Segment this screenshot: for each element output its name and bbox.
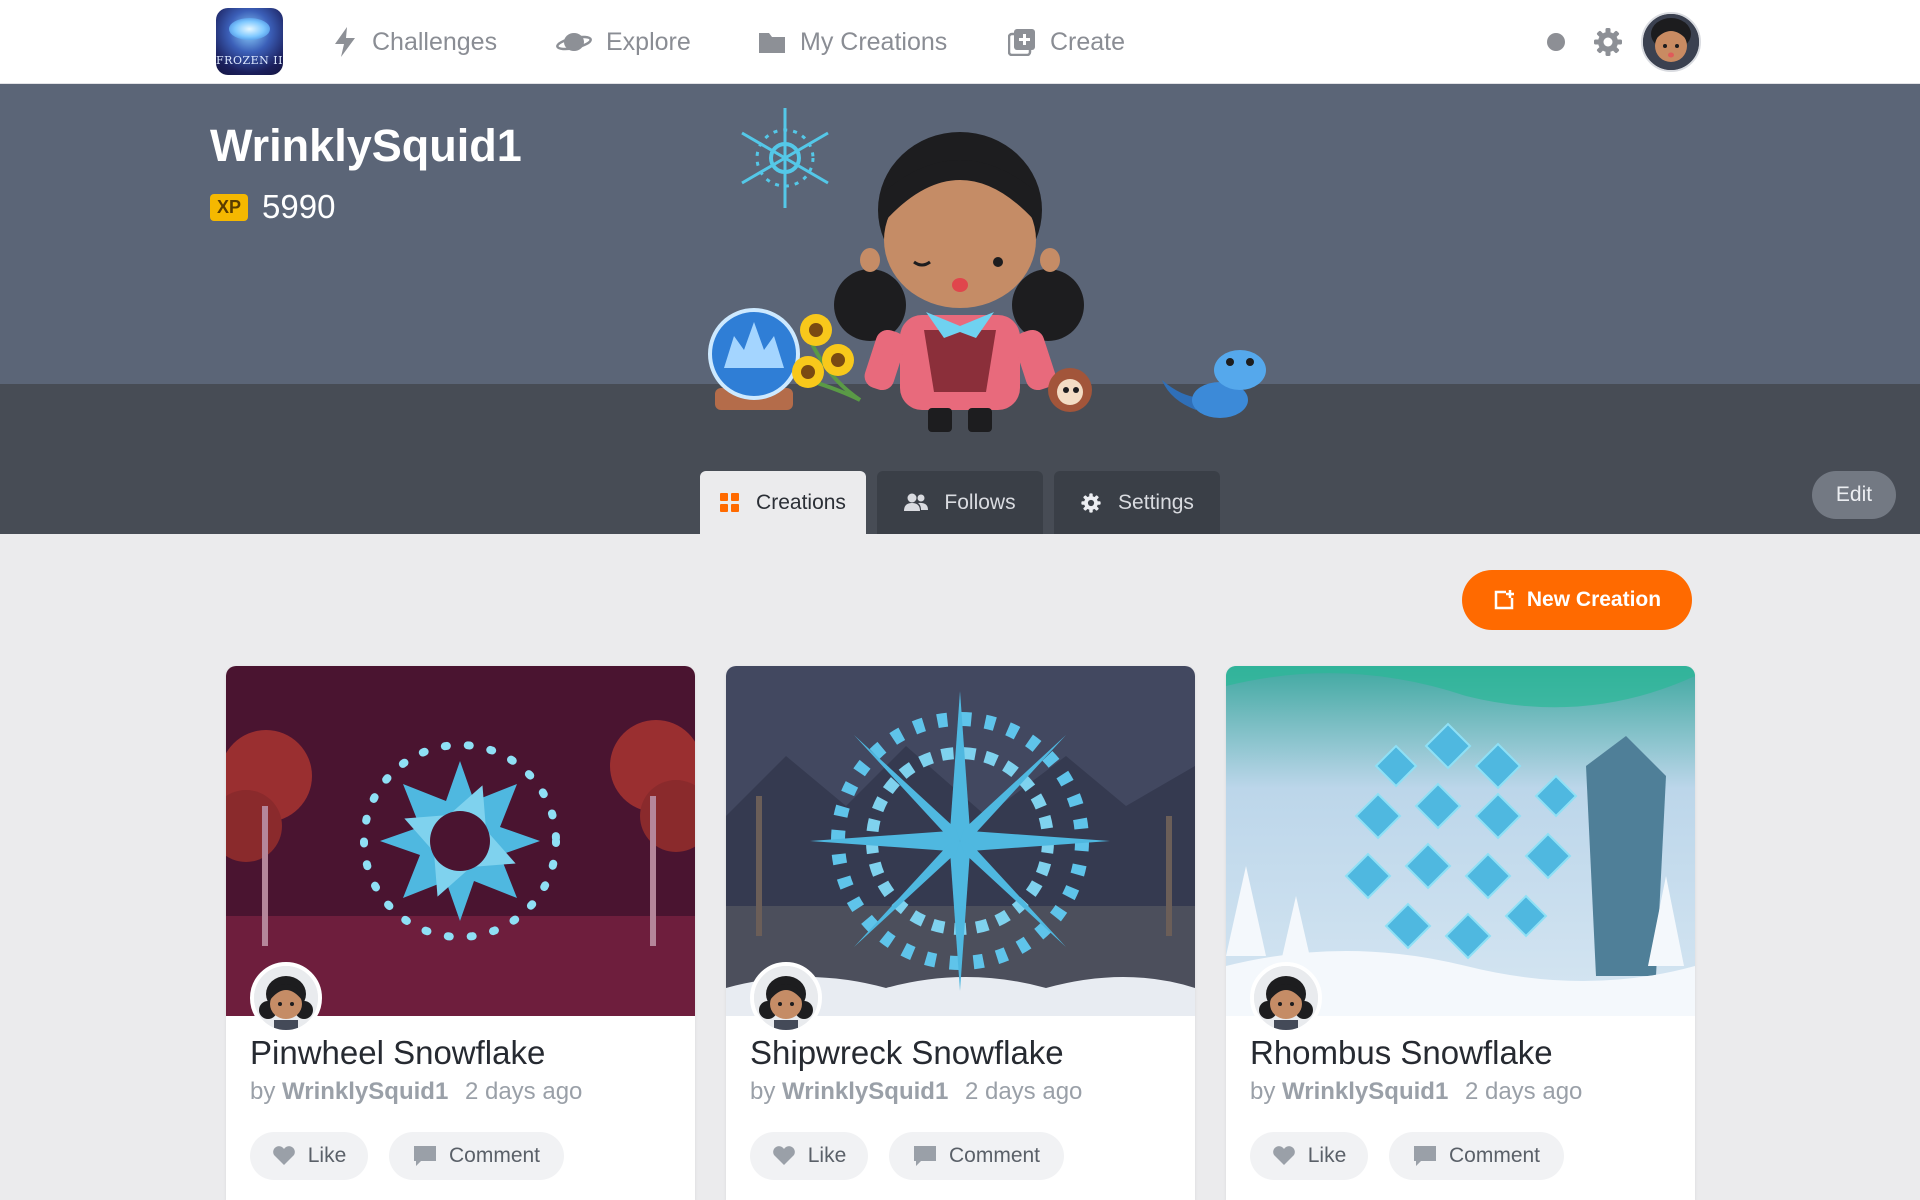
by-label: by xyxy=(1250,1078,1276,1105)
nav-create[interactable]: Create xyxy=(1008,22,1125,62)
like-button[interactable]: Like xyxy=(250,1132,368,1180)
nav-my-creations[interactable]: My Creations xyxy=(758,22,947,62)
like-button[interactable]: Like xyxy=(750,1132,868,1180)
comment-button[interactable]: Comment xyxy=(1389,1132,1564,1180)
creator-name[interactable]: WrinklySquid1 xyxy=(1282,1078,1448,1105)
planet-icon xyxy=(556,33,592,51)
creation-card[interactable]: Rhombus Snowflake by WrinklySquid1 2 day… xyxy=(1226,666,1695,1200)
ice-disc-icon xyxy=(229,18,270,40)
xp-value: 5990 xyxy=(262,188,336,225)
creation-meta: by WrinklySquid1 2 days ago xyxy=(1250,1078,1582,1106)
girl-avatar-figure xyxy=(834,132,1084,432)
comment-label: Comment xyxy=(1448,1144,1541,1167)
tab-creations[interactable]: Creations xyxy=(700,471,866,534)
comment-icon xyxy=(913,1146,936,1166)
creation-time: 2 days ago xyxy=(964,1078,1083,1105)
user-avatar[interactable] xyxy=(1641,12,1701,72)
by-label: by xyxy=(750,1078,776,1105)
comment-icon xyxy=(413,1146,436,1166)
like-button[interactable]: Like xyxy=(1250,1132,1368,1180)
grid-icon xyxy=(720,492,740,512)
tab-follows-label: Follows xyxy=(944,490,1016,514)
nav-challenges-label: Challenges xyxy=(372,27,498,56)
edit-profile-button[interactable]: Edit xyxy=(1812,471,1896,519)
top-nav: FROZEN II Challenges Explore My Creation… xyxy=(0,0,1920,84)
new-creation-label: New Creation xyxy=(1526,588,1662,611)
like-label: Like xyxy=(307,1144,347,1167)
snowflake-decoration xyxy=(741,108,829,208)
creator-avatar[interactable] xyxy=(1250,962,1322,1034)
tab-settings[interactable]: Settings xyxy=(1054,471,1220,534)
snow-globe-decoration xyxy=(708,308,800,410)
new-creation-icon xyxy=(1494,590,1514,610)
tab-creations-label: Creations xyxy=(756,490,846,514)
creation-card[interactable]: Pinwheel Snowflake by WrinklySquid1 2 da… xyxy=(226,666,695,1200)
avatar-face-icon xyxy=(1254,966,1318,1030)
app-logo[interactable]: FROZEN II xyxy=(216,8,283,75)
nav-create-label: Create xyxy=(1050,27,1126,56)
comment-button[interactable]: Comment xyxy=(889,1132,1064,1180)
add-square-icon xyxy=(1008,29,1035,56)
creation-title[interactable]: Rhombus Snowflake xyxy=(1250,1034,1553,1072)
comment-button[interactable]: Comment xyxy=(389,1132,564,1180)
creation-time: 2 days ago xyxy=(1464,1078,1583,1105)
lightning-icon xyxy=(335,27,355,57)
app-logo-text: FROZEN II xyxy=(216,54,283,67)
comment-icon xyxy=(1413,1146,1436,1166)
like-label: Like xyxy=(1307,1144,1347,1167)
people-icon xyxy=(904,493,929,511)
like-label: Like xyxy=(807,1144,847,1167)
tab-settings-label: Settings xyxy=(1118,490,1194,514)
creation-title[interactable]: Shipwreck Snowflake xyxy=(750,1034,1064,1072)
creation-card[interactable]: Shipwreck Snowflake by WrinklySquid1 2 d… xyxy=(726,666,1195,1200)
heart-icon xyxy=(1272,1146,1295,1165)
avatar-face-icon xyxy=(754,966,818,1030)
comment-label: Comment xyxy=(948,1144,1041,1167)
creation-meta: by WrinklySquid1 2 days ago xyxy=(750,1078,1082,1106)
comment-label: Comment xyxy=(448,1144,541,1167)
creation-title[interactable]: Pinwheel Snowflake xyxy=(250,1034,545,1072)
nav-explore-label: Explore xyxy=(606,27,691,56)
creator-avatar[interactable] xyxy=(750,962,822,1034)
creation-time: 2 days ago xyxy=(464,1078,583,1105)
avatar-scene xyxy=(708,108,1266,432)
creator-name[interactable]: WrinklySquid1 xyxy=(282,1078,448,1105)
nav-challenges[interactable]: Challenges xyxy=(332,22,497,62)
tab-follows[interactable]: Follows xyxy=(877,471,1043,534)
xp-display: XP 5990 xyxy=(210,188,335,226)
creator-avatar[interactable] xyxy=(250,962,322,1034)
gear-icon xyxy=(1081,492,1101,513)
by-label: by xyxy=(250,1078,276,1105)
salamander-pet xyxy=(1162,350,1266,418)
profile-username: WrinklySquid1 xyxy=(210,120,522,171)
plush-toy-decoration xyxy=(1048,368,1092,412)
heart-icon xyxy=(272,1146,295,1165)
xp-badge: XP xyxy=(210,193,249,221)
avatar-face-icon xyxy=(1643,14,1699,70)
creation-meta: by WrinklySquid1 2 days ago xyxy=(250,1078,582,1106)
new-creation-button[interactable]: New Creation xyxy=(1462,570,1692,630)
status-dot[interactable] xyxy=(1547,33,1565,51)
nav-explore[interactable]: Explore xyxy=(556,22,691,62)
creator-name[interactable]: WrinklySquid1 xyxy=(782,1078,948,1105)
folder-icon xyxy=(759,33,785,53)
avatar-face-icon xyxy=(254,966,318,1030)
heart-icon xyxy=(772,1146,795,1165)
nav-my-creations-label: My Creations xyxy=(800,27,948,56)
gear-icon[interactable] xyxy=(1592,26,1624,58)
